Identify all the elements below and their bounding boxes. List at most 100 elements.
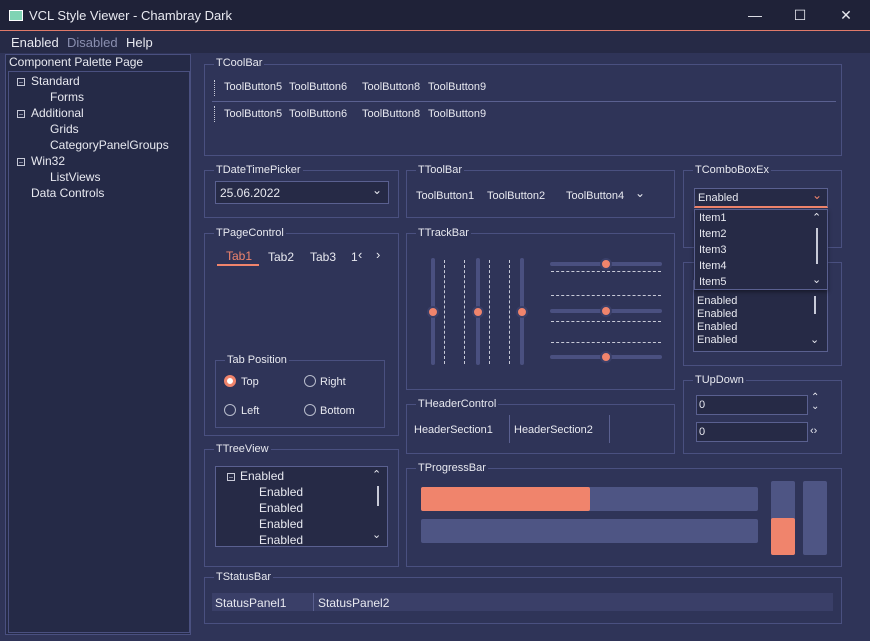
maximize-button[interactable]: ☐ [777,0,823,31]
updown-input-2[interactable] [696,422,808,442]
active-tab-indicator [217,264,259,266]
collapse-icon[interactable]: − [17,158,25,167]
tab-3[interactable]: Tab3 [310,250,336,264]
dropdown-item[interactable]: Item4 [699,260,727,272]
dropdown-item[interactable]: Item1 [699,212,727,224]
trackbar-ticks [444,260,446,364]
chevron-down-icon[interactable]: ⌄ [812,273,821,286]
updown-value-1: 0 [699,399,706,411]
collapse-icon[interactable]: − [227,473,235,482]
minimize-button[interactable]: — [732,0,778,31]
updown-vertical-arrows-icon[interactable]: ⌃ ⌄ [811,393,819,412]
trackbar-thumb[interactable] [427,306,439,318]
toolbar-toolbutton4[interactable]: ToolButton4 [566,190,624,202]
header-section-2-label: HeaderSection2 [514,424,593,436]
list-item[interactable]: Enabled [697,295,737,307]
treeview-item[interactable]: Enabled [259,501,303,515]
chevron-down-icon[interactable]: ⌄ [812,188,822,202]
tree-item-standard[interactable]: Standard [31,74,80,88]
treeview-root[interactable]: Enabled [240,469,284,483]
window-title: VCL Style Viewer - Chambray Dark [29,8,233,23]
coolbar-toolbutton9[interactable]: ToolButton9 [428,81,486,93]
chevron-down-icon[interactable]: ⌄ [635,186,645,200]
trackbar-thumb[interactable] [472,306,484,318]
trackbar-thumb[interactable] [600,258,612,270]
collapse-icon[interactable]: − [17,78,25,87]
tab-position-title: Tab Position [225,354,289,366]
coolbar-toolbutton9[interactable]: ToolButton9 [428,108,486,120]
tree-item-additional[interactable]: Additional [31,106,84,120]
dropdown-item[interactable]: Item2 [699,228,727,240]
updown-input-1[interactable] [696,395,808,415]
radio-left[interactable] [224,404,236,416]
chevron-left-icon[interactable]: ‹ [358,247,362,262]
list-item[interactable]: Enabled [697,334,737,346]
comboboxex-value: Enabled [698,192,739,204]
progressbar-horizontal-1 [421,487,758,511]
trackbar-thumb[interactable] [516,306,528,318]
coolbar-toolbutton8[interactable]: ToolButton8 [362,81,420,93]
scrollbar-thumb[interactable] [377,486,379,506]
band-grip[interactable] [214,106,217,122]
scrollbar-thumb[interactable] [814,296,816,314]
tree-item-listviews[interactable]: ListViews [50,170,100,184]
coolbar-toolbutton6[interactable]: ToolButton6 [289,108,347,120]
chevron-down-icon[interactable]: ⌄ [372,183,382,197]
chevron-down-icon[interactable]: ⌄ [372,528,381,541]
toolbar-toolbutton2[interactable]: ToolButton2 [487,190,545,202]
scrollbar-thumb[interactable] [816,228,818,264]
tree-item-data-controls[interactable]: Data Controls [31,186,104,200]
coolbar-toolbutton6[interactable]: ToolButton6 [289,81,347,93]
dropdown-item[interactable]: Item5 [699,276,727,288]
band-grip[interactable] [214,80,217,96]
treeview-item[interactable]: Enabled [259,517,303,531]
tree-item-categorypanelgroups[interactable]: CategoryPanelGroups [50,138,169,152]
trackbar-thumb[interactable] [600,351,612,363]
list-item[interactable]: Enabled [697,308,737,320]
status-panel-2: StatusPanel2 [318,596,390,610]
tab-1[interactable]: Tab1 [226,249,252,263]
coolbar-title: TCoolBar [214,57,265,69]
tree-item-grids[interactable]: Grids [50,122,79,136]
tab-2[interactable]: Tab2 [268,250,294,264]
progress-fill [771,518,795,555]
dropdown-item[interactable]: Item3 [699,244,727,256]
updown-title: TUpDown [693,374,746,386]
chevron-up-icon[interactable]: ⌃ [372,468,381,481]
tree-item-win32[interactable]: Win32 [31,154,65,168]
treeview-item[interactable]: Enabled [259,533,303,547]
status-divider [313,593,314,611]
chevron-up-icon[interactable]: ⌃ [812,211,821,224]
trackbar-ticks [551,295,661,301]
updown-horizontal-arrows-icon[interactable]: ‹› [810,425,817,437]
trackbar-ticks [509,260,511,364]
list-item[interactable]: Enabled [697,321,737,333]
progress-fill [421,487,590,511]
tree-item-forms[interactable]: Forms [50,90,84,104]
radio-top[interactable] [224,375,236,387]
coolbar-toolbutton5[interactable]: ToolButton5 [224,108,282,120]
statusbar-title: TStatusBar [214,571,274,583]
collapse-icon[interactable]: − [17,110,25,119]
menu-enabled[interactable]: Enabled [11,35,59,50]
radio-bottom[interactable] [304,404,316,416]
treeview-item[interactable]: Enabled [259,485,303,499]
toolbar-toolbutton1[interactable]: ToolButton1 [416,190,474,202]
menu-help[interactable]: Help [126,35,153,50]
coolbar-toolbutton5[interactable]: ToolButton5 [224,81,282,93]
close-button[interactable]: ✕ [823,0,869,31]
radio-right-label: Right [320,376,346,388]
component-palette-header: Component Palette Page [9,55,144,69]
menu-disabled[interactable]: Disabled [67,35,118,50]
trackbar-ticks [551,321,661,327]
toolbar-title: TToolBar [416,164,465,176]
trackbar-thumb[interactable] [600,305,612,317]
updown-value-2: 0 [699,426,706,438]
radio-right[interactable] [304,375,316,387]
chevron-down-icon[interactable]: ⌄ [810,333,819,346]
coolbar-toolbutton8[interactable]: ToolButton8 [362,108,420,120]
chevron-right-icon[interactable]: › [376,247,380,262]
headercontrol-title: THeaderControl [416,398,499,410]
tab-4[interactable]: 1 [351,250,358,264]
trackbar-ticks [464,260,466,364]
